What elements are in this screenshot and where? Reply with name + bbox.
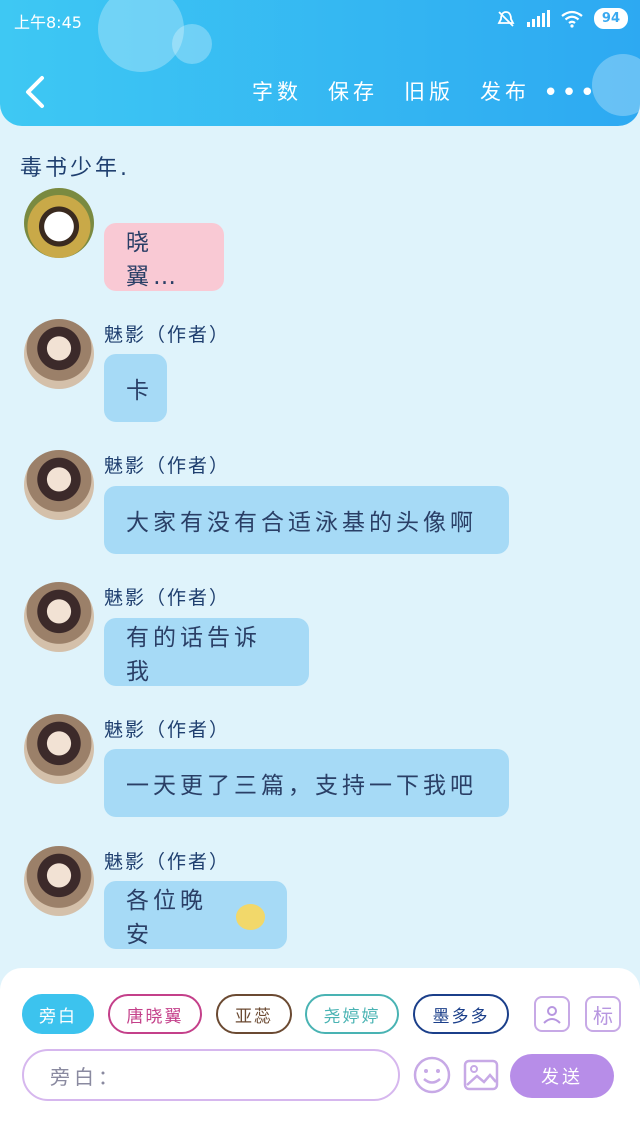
role-chip-narrator[interactable]: 旁白 xyxy=(22,994,94,1034)
word-count-button[interactable]: 字数 xyxy=(252,76,302,106)
message-bubble[interactable]: 一天更了三篇，支持一下我吧 xyxy=(104,749,509,817)
role-chip-ya-rui[interactable]: 亚蕊 xyxy=(216,994,292,1034)
avatar[interactable] xyxy=(24,846,94,916)
sender-name: 魅影（作者） xyxy=(104,851,231,873)
message-text: 各位晚安 xyxy=(126,888,207,948)
mark-label: 标 xyxy=(593,1003,613,1028)
avatar[interactable] xyxy=(24,714,94,784)
status-bar: 上午8:45 94 xyxy=(0,0,640,40)
decorative-bubble xyxy=(592,54,640,116)
person-card-icon xyxy=(543,1006,561,1024)
more-options-button[interactable]: ••• xyxy=(543,78,598,108)
sender-name: 魅影（作者） xyxy=(104,455,231,477)
role-chip-label: 亚蕊 xyxy=(235,1006,273,1027)
role-chip-label: 尧婷婷 xyxy=(323,1006,381,1027)
back-arrow-icon xyxy=(26,76,44,108)
avatar[interactable] xyxy=(24,450,94,520)
header-actions: 字数 保存 旧版 发布 xyxy=(252,76,530,106)
avatar[interactable] xyxy=(24,582,94,652)
message-input[interactable]: 旁白： xyxy=(22,1049,400,1101)
document-title: 毒书少年. xyxy=(20,156,130,181)
message-text: 一天更了三篇，支持一下我吧 xyxy=(126,773,477,799)
avatar[interactable] xyxy=(24,319,94,389)
save-button[interactable]: 保存 xyxy=(328,76,378,106)
back-button[interactable] xyxy=(20,70,54,114)
role-chip-mo-duoduo[interactable]: 墨多多 xyxy=(413,994,509,1034)
sender-name: 魅影（作者） xyxy=(104,719,231,741)
sleepy-face-icon xyxy=(235,904,265,930)
message-text: 大家有没有合适泳基的头像啊 xyxy=(126,510,477,536)
person-card-button[interactable] xyxy=(534,996,570,1032)
sender-name: 魅影（作者） xyxy=(104,587,231,609)
message-bubble[interactable]: 晓翼… xyxy=(104,223,224,291)
top-bar: 上午8:45 94 字数 保存 旧版 发布 ••• xyxy=(0,0,640,126)
message-bubble[interactable]: 大家有没有合适泳基的头像啊 xyxy=(104,486,509,554)
role-chip-label: 唐晓翼 xyxy=(126,1006,184,1027)
message-text: 有的话告诉我 xyxy=(126,625,261,685)
avatar[interactable] xyxy=(24,188,94,258)
message-text: 卡 xyxy=(126,378,153,404)
status-icons: 94 xyxy=(496,8,628,29)
signal-icon xyxy=(526,9,550,27)
mute-bell-icon xyxy=(497,10,515,27)
role-chip-yao-tingting[interactable]: 尧婷婷 xyxy=(305,994,399,1034)
message-bubble[interactable]: 卡 xyxy=(104,354,167,422)
status-time: 上午8:45 xyxy=(14,13,82,32)
image-icon xyxy=(463,1059,499,1091)
publish-button[interactable]: 发布 xyxy=(480,76,530,106)
smiley-icon xyxy=(413,1056,451,1094)
battery-indicator: 94 xyxy=(593,8,628,29)
sender-name: 魅影（作者） xyxy=(104,324,231,346)
input-placeholder: 旁白： xyxy=(50,1064,122,1089)
mark-button[interactable]: 标 xyxy=(585,996,621,1032)
message-bubble[interactable]: 各位晚安 xyxy=(104,881,287,949)
role-chip-tang-xiaoyi[interactable]: 唐晓翼 xyxy=(108,994,202,1034)
wifi-icon xyxy=(561,10,583,28)
image-button[interactable] xyxy=(462,1056,500,1094)
emoji-button[interactable] xyxy=(413,1056,451,1094)
old-version-button[interactable]: 旧版 xyxy=(404,76,454,106)
role-chip-label: 墨多多 xyxy=(432,1006,490,1027)
role-chip-label: 旁白 xyxy=(39,1006,77,1027)
message-text: 晓翼… xyxy=(126,230,180,290)
message-bubble[interactable]: 有的话告诉我 xyxy=(104,618,309,686)
send-button[interactable]: 发送 xyxy=(510,1054,614,1098)
send-label: 发送 xyxy=(541,1067,583,1088)
